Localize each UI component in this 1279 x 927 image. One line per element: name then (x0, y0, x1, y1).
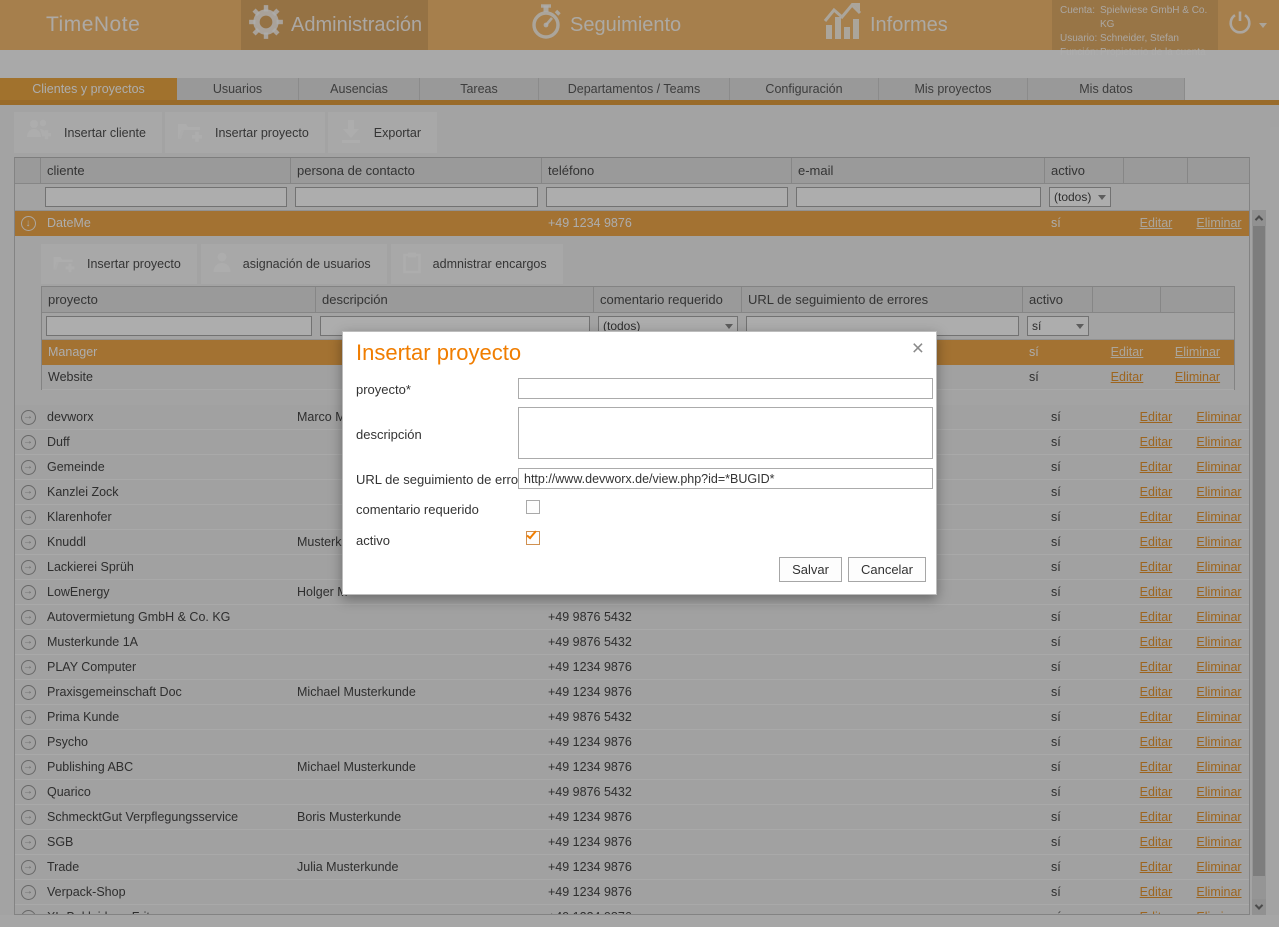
descripcion-label: descripción (356, 427, 422, 442)
insert-project-dialog: Insertar proyecto × proyecto* descripció… (342, 331, 937, 595)
cancel-button[interactable]: Cancelar (848, 557, 926, 582)
descripcion-textarea[interactable] (518, 407, 933, 459)
proyecto-label: proyecto* (356, 382, 411, 397)
check-icon (526, 529, 536, 540)
comentario-requerido-label: comentario requerido (356, 502, 479, 517)
proyecto-input[interactable] (518, 378, 933, 399)
close-icon[interactable]: × (912, 338, 924, 359)
save-button[interactable]: Salvar (779, 557, 842, 582)
url-input[interactable] (518, 468, 933, 489)
dialog-title: Insertar proyecto (356, 340, 521, 366)
activo-checkbox[interactable] (526, 531, 540, 545)
url-label: URL de seguimiento de errores (356, 472, 536, 487)
activo-label: activo (356, 533, 390, 548)
comentario-requerido-checkbox[interactable] (526, 500, 540, 514)
